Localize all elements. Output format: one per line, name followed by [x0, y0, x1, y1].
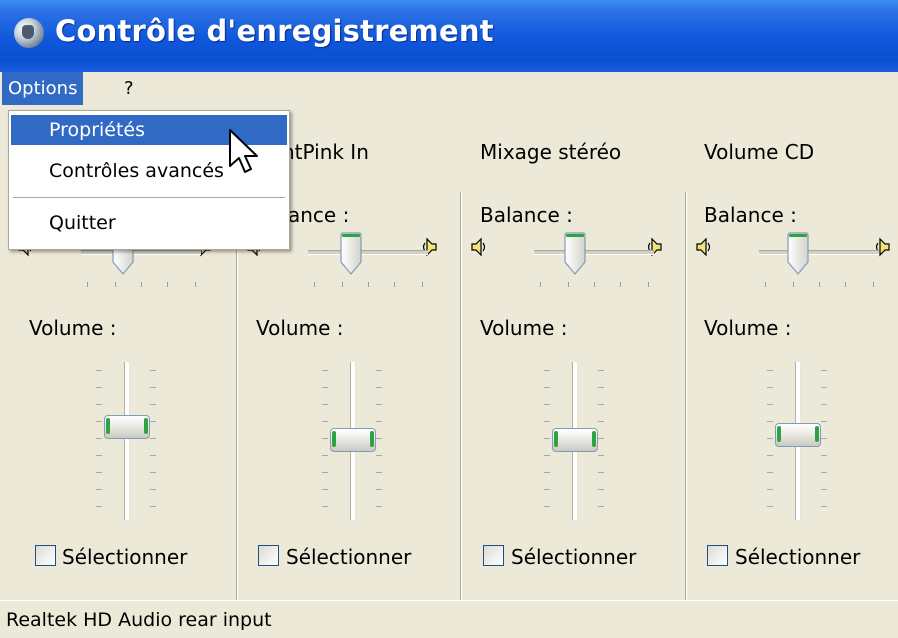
select-label-1[interactable]: Sélectionner [286, 545, 411, 569]
speaker-left-icon [695, 237, 713, 257]
balance-slider-track[interactable] [81, 250, 201, 255]
menu-item-quit[interactable]: Quitter [11, 208, 287, 238]
volume-slider-thumb[interactable] [104, 415, 150, 439]
column-divider [460, 192, 461, 602]
window-app-icon[interactable] [14, 18, 44, 48]
column-divider [236, 192, 237, 602]
balance-slider-ticks [308, 282, 428, 288]
volume-label-2: Volume : [480, 316, 568, 340]
volume-label-1: Volume : [256, 316, 344, 340]
select-label-2[interactable]: Sélectionner [511, 545, 636, 569]
status-bar: Realtek HD Audio rear input [0, 600, 898, 638]
volume-label-3: Volume : [704, 316, 792, 340]
balance-slider-thumb[interactable] [785, 232, 811, 276]
column-header-1: ntPink In [282, 140, 369, 164]
select-checkbox-1[interactable] [258, 545, 279, 566]
balance-slider-ticks [534, 282, 654, 288]
speaker-left-icon [470, 237, 488, 257]
balance-slider-thumb[interactable] [562, 232, 588, 276]
mouse-cursor-icon [229, 129, 258, 173]
balance-label-1: ance : [288, 203, 350, 227]
column-header-3: Volume CD [704, 140, 815, 164]
balance-slider-track[interactable] [308, 250, 428, 255]
menu-options[interactable]: Options [2, 72, 84, 105]
volume-slider-thumb[interactable] [330, 428, 376, 452]
column-header-2: Mixage stéréo [480, 140, 622, 164]
balance-slider-thumb[interactable] [338, 232, 364, 276]
menu-help[interactable]: ? [118, 72, 140, 105]
window-title: Contrôle d'enregistrement [55, 14, 494, 48]
balance-slider-ticks [81, 282, 201, 288]
balance-label-2: Balance : [480, 203, 573, 227]
volume-slider-thumb[interactable] [552, 428, 598, 452]
select-checkbox-2[interactable] [483, 545, 504, 566]
balance-slider-track[interactable] [759, 250, 879, 255]
title-bar[interactable]: Contrôle d'enregistrement [0, 0, 898, 72]
column-divider [685, 192, 686, 602]
menu-bar: Options ? [0, 72, 898, 105]
select-label-3[interactable]: Sélectionner [735, 545, 860, 569]
menu-separator [13, 197, 285, 198]
select-checkbox-3[interactable] [707, 545, 728, 566]
balance-label-3: Balance : [704, 203, 797, 227]
balance-slider-track[interactable] [534, 250, 654, 255]
select-label-0[interactable]: Sélectionner [62, 545, 187, 569]
volume-slider-thumb[interactable] [775, 423, 821, 447]
volume-slider-ticks [96, 370, 156, 510]
volume-label-0: Volume : [29, 316, 117, 340]
balance-slider-ticks [759, 282, 879, 288]
select-checkbox-0[interactable] [35, 545, 56, 566]
status-text: Realtek HD Audio rear input [6, 609, 272, 631]
